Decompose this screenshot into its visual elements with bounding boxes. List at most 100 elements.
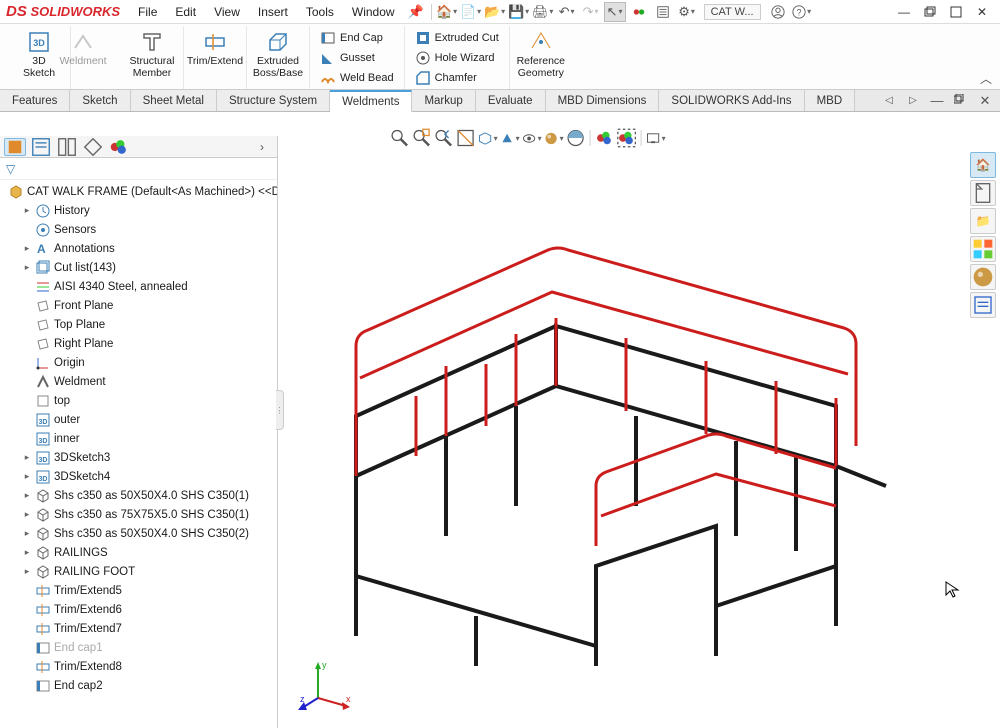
menu-file[interactable]: File bbox=[130, 5, 165, 19]
rib-3dsketch[interactable]: 3D 3D Sketch bbox=[14, 28, 64, 79]
lp-tab-property-icon[interactable] bbox=[30, 138, 52, 156]
rib-extrude[interactable]: Extruded Boss/Base bbox=[253, 28, 303, 79]
tree-item[interactable]: ▸Shs c350 as 50X50X4.0 SHS C350(2) bbox=[0, 524, 277, 543]
rib-excut[interactable]: Extruded Cut bbox=[411, 28, 503, 48]
expand-icon[interactable]: ▸ bbox=[22, 471, 32, 482]
expand-icon[interactable]: ▸ bbox=[22, 566, 32, 577]
doc-next-icon[interactable]: ▷ bbox=[902, 91, 924, 111]
expand-icon[interactable]: ▸ bbox=[22, 490, 32, 501]
undo-icon[interactable]: ↶▾ bbox=[556, 2, 578, 22]
tab-sketch[interactable]: Sketch bbox=[70, 90, 130, 111]
select-icon[interactable]: ↖▾ bbox=[604, 2, 626, 22]
rebuild-icon[interactable] bbox=[628, 2, 650, 22]
zoom-area-icon[interactable] bbox=[412, 128, 432, 148]
rt-custom-props-icon[interactable] bbox=[970, 292, 996, 318]
tree-item[interactable]: Weldment bbox=[0, 372, 277, 391]
tree-item[interactable]: AISI 4340 Steel, annealed bbox=[0, 277, 277, 296]
rib-refgeom[interactable]: Reference Geometry bbox=[516, 28, 566, 79]
doc-prev-icon[interactable]: ◁ bbox=[878, 91, 900, 111]
rib-chamfer[interactable]: Chamfer bbox=[411, 68, 503, 88]
tree-item[interactable]: ▸Cut list(143) bbox=[0, 258, 277, 277]
user-icon[interactable] bbox=[767, 2, 789, 22]
maximize-inner-button[interactable] bbox=[918, 2, 942, 22]
rib-endcap[interactable]: End Cap bbox=[316, 28, 398, 48]
close-button[interactable]: ✕ bbox=[970, 2, 994, 22]
tab-structuresystem[interactable]: Structure System bbox=[217, 90, 330, 111]
tree-item[interactable]: Top Plane bbox=[0, 315, 277, 334]
rt-library-icon[interactable]: 📁 bbox=[970, 208, 996, 234]
panel-splitter[interactable]: ⋮ bbox=[276, 390, 284, 430]
lp-tab-dimxpert-icon[interactable] bbox=[82, 138, 104, 156]
print-icon[interactable]: 🖨▾ bbox=[532, 2, 554, 22]
tree-item[interactable]: ▸RAILING FOOT bbox=[0, 562, 277, 581]
expand-icon[interactable]: ▸ bbox=[22, 262, 32, 273]
redo-icon[interactable]: ↷▾ bbox=[580, 2, 602, 22]
new-icon[interactable]: 📄▾ bbox=[460, 2, 482, 22]
lp-tab-config-icon[interactable] bbox=[56, 138, 78, 156]
menu-edit[interactable]: Edit bbox=[167, 5, 204, 19]
tab-addins[interactable]: SOLIDWORKS Add-Ins bbox=[659, 90, 804, 111]
tree-item[interactable]: Trim/Extend6 bbox=[0, 600, 277, 619]
expand-icon[interactable]: ▸ bbox=[22, 509, 32, 520]
graphics-area[interactable]: y x z bbox=[278, 136, 1000, 728]
feature-tree[interactable]: CAT WALK FRAME (Default<As Machined>) <<… bbox=[0, 180, 277, 728]
doc-max-icon[interactable] bbox=[950, 91, 972, 111]
apply-scene-icon[interactable] bbox=[566, 128, 586, 148]
tree-item[interactable]: 3Douter bbox=[0, 410, 277, 429]
tree-item[interactable]: Trim/Extend5 bbox=[0, 581, 277, 600]
open-icon[interactable]: 📂▾ bbox=[484, 2, 506, 22]
rt-home-icon[interactable]: 🏠 bbox=[970, 152, 996, 178]
lp-tab-more-icon[interactable]: › bbox=[251, 138, 273, 156]
tree-item[interactable]: Trim/Extend8 bbox=[0, 657, 277, 676]
hide-show-icon[interactable]: ▾ bbox=[522, 128, 542, 148]
tree-item[interactable]: ▸Shs c350 as 75X75X5.0 SHS C350(1) bbox=[0, 505, 277, 524]
rib-structural[interactable]: Structural Member bbox=[127, 28, 177, 79]
tree-item[interactable]: Right Plane bbox=[0, 334, 277, 353]
tree-item[interactable]: Sensors bbox=[0, 220, 277, 239]
tree-item[interactable]: ▸Shs c350 as 50X50X4.0 SHS C350(1) bbox=[0, 486, 277, 505]
section-icon[interactable] bbox=[456, 128, 476, 148]
tree-item[interactable]: End cap1 bbox=[0, 638, 277, 657]
tree-item[interactable]: ▸RAILINGS bbox=[0, 543, 277, 562]
ribbon-collapse-icon[interactable]: ︿ bbox=[980, 70, 992, 87]
tree-item[interactable]: ▸3D3DSketch4 bbox=[0, 467, 277, 486]
tree-root[interactable]: CAT WALK FRAME (Default<As Machined>) <<… bbox=[0, 182, 277, 201]
tab-evaluate[interactable]: Evaluate bbox=[476, 90, 546, 111]
help-icon[interactable]: ?▾ bbox=[791, 2, 813, 22]
lp-tab-feature-icon[interactable] bbox=[4, 138, 26, 156]
menu-view[interactable]: View bbox=[206, 5, 248, 19]
render-icon[interactable] bbox=[595, 128, 615, 148]
tab-features[interactable]: Features bbox=[0, 90, 70, 111]
home-icon[interactable]: 🏠▾ bbox=[436, 2, 458, 22]
edit-appearance-icon[interactable]: ▾ bbox=[544, 128, 564, 148]
tab-mbddim[interactable]: MBD Dimensions bbox=[546, 90, 660, 111]
tree-item[interactable]: ▸History bbox=[0, 201, 277, 220]
rib-weldbead[interactable]: Weld Bead bbox=[316, 68, 398, 88]
filter-icon[interactable]: ▽ bbox=[6, 162, 15, 176]
tree-item[interactable]: End cap2 bbox=[0, 676, 277, 695]
tree-item[interactable]: top bbox=[0, 391, 277, 410]
expand-icon[interactable]: ▸ bbox=[22, 547, 32, 558]
menu-tools[interactable]: Tools bbox=[298, 5, 342, 19]
view-orient-icon[interactable]: ▾ bbox=[478, 128, 498, 148]
doc-min-icon[interactable]: — bbox=[926, 91, 948, 111]
menu-window[interactable]: Window bbox=[344, 5, 403, 19]
rib-trim[interactable]: Trim/Extend bbox=[190, 28, 240, 67]
tree-item[interactable]: Trim/Extend7 bbox=[0, 619, 277, 638]
display-style-icon[interactable]: ▾ bbox=[500, 128, 520, 148]
rt-resources-icon[interactable] bbox=[970, 180, 996, 206]
rt-view-palette-icon[interactable] bbox=[970, 236, 996, 262]
doc-name[interactable]: CAT W... bbox=[704, 4, 761, 20]
prev-view-icon[interactable] bbox=[434, 128, 454, 148]
maximize-button[interactable] bbox=[944, 2, 968, 22]
minimize-button[interactable]: — bbox=[892, 2, 916, 22]
doc-close-icon[interactable]: ✕ bbox=[974, 91, 996, 111]
expand-icon[interactable]: ▸ bbox=[22, 243, 32, 254]
lp-tab-display-icon[interactable] bbox=[108, 138, 130, 156]
menu-insert[interactable]: Insert bbox=[250, 5, 296, 19]
expand-icon[interactable]: ▸ bbox=[22, 452, 32, 463]
tree-item[interactable]: 3Dinner bbox=[0, 429, 277, 448]
viewport-icon[interactable]: ▾ bbox=[646, 128, 666, 148]
tab-markup[interactable]: Markup bbox=[412, 90, 475, 111]
tab-weldments[interactable]: Weldments bbox=[330, 90, 412, 112]
